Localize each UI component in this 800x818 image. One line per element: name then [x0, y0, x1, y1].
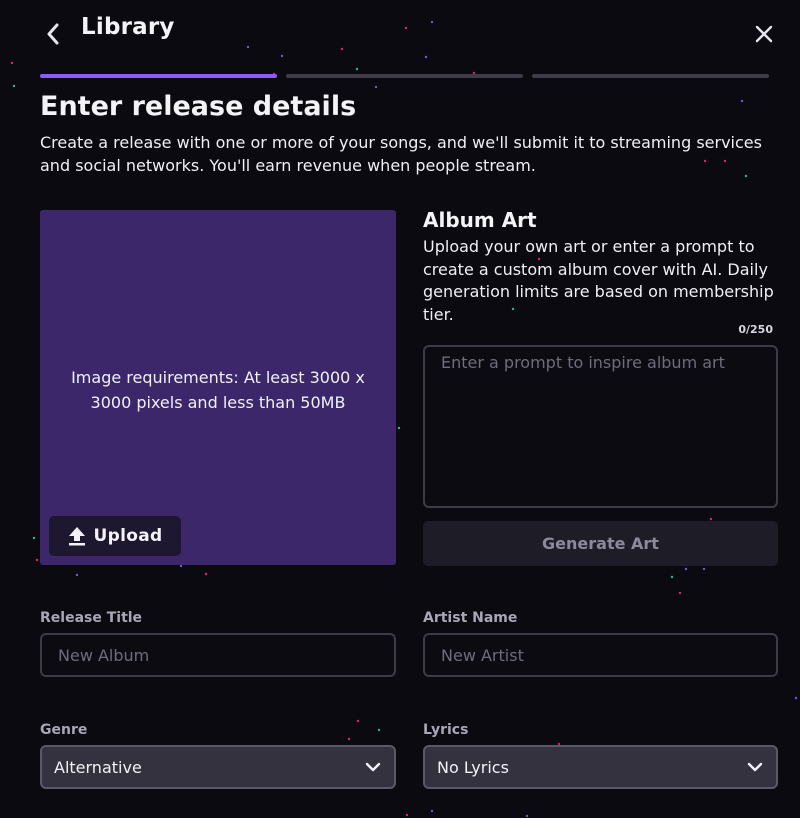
chevron-down-icon	[364, 758, 382, 776]
genre-select[interactable]: Alternative	[40, 745, 396, 789]
page-title: Enter release details	[40, 91, 357, 122]
genre-label: Genre	[40, 722, 88, 738]
generate-art-button[interactable]: Generate Art	[423, 521, 778, 566]
genre-selected-value: Alternative	[54, 757, 142, 777]
image-requirements: Image requirements: At least 3000 x 3000…	[71, 368, 365, 412]
progress-step-1	[40, 74, 277, 78]
album-art-title: Album Art	[423, 208, 537, 232]
chevron-left-icon	[47, 23, 59, 45]
progress-step-2	[286, 74, 523, 78]
album-art-dropzone[interactable]: Image requirements: At least 3000 x 3000…	[40, 210, 396, 565]
release-title-label: Release Title	[40, 610, 143, 626]
header: Library	[0, 0, 800, 64]
release-title-input[interactable]	[40, 633, 396, 677]
lyrics-select[interactable]: No Lyrics	[423, 745, 778, 789]
page-description: Create a release with one or more of you…	[40, 133, 762, 175]
prompt-char-count: 0/250	[738, 323, 773, 336]
artist-name-input[interactable]	[423, 633, 778, 677]
progress-step-3	[532, 74, 769, 78]
artist-name-label: Artist Name	[423, 610, 518, 626]
close-button[interactable]	[752, 22, 776, 46]
header-title: Library	[81, 14, 175, 40]
step-progress	[40, 74, 769, 78]
upload-icon	[68, 527, 85, 546]
release-details-page: Library Enter release details Create a r…	[0, 0, 800, 818]
album-art-description: Upload your own art or enter a prompt to…	[423, 237, 774, 324]
album-art-prompt-input[interactable]	[423, 345, 778, 508]
chevron-down-icon	[746, 758, 764, 776]
close-icon	[755, 25, 773, 43]
lyrics-label: Lyrics	[423, 722, 469, 738]
upload-button[interactable]: Upload	[49, 516, 181, 556]
back-button[interactable]	[38, 20, 68, 48]
upload-label: Upload	[93, 526, 163, 546]
lyrics-selected-value: No Lyrics	[437, 757, 509, 777]
